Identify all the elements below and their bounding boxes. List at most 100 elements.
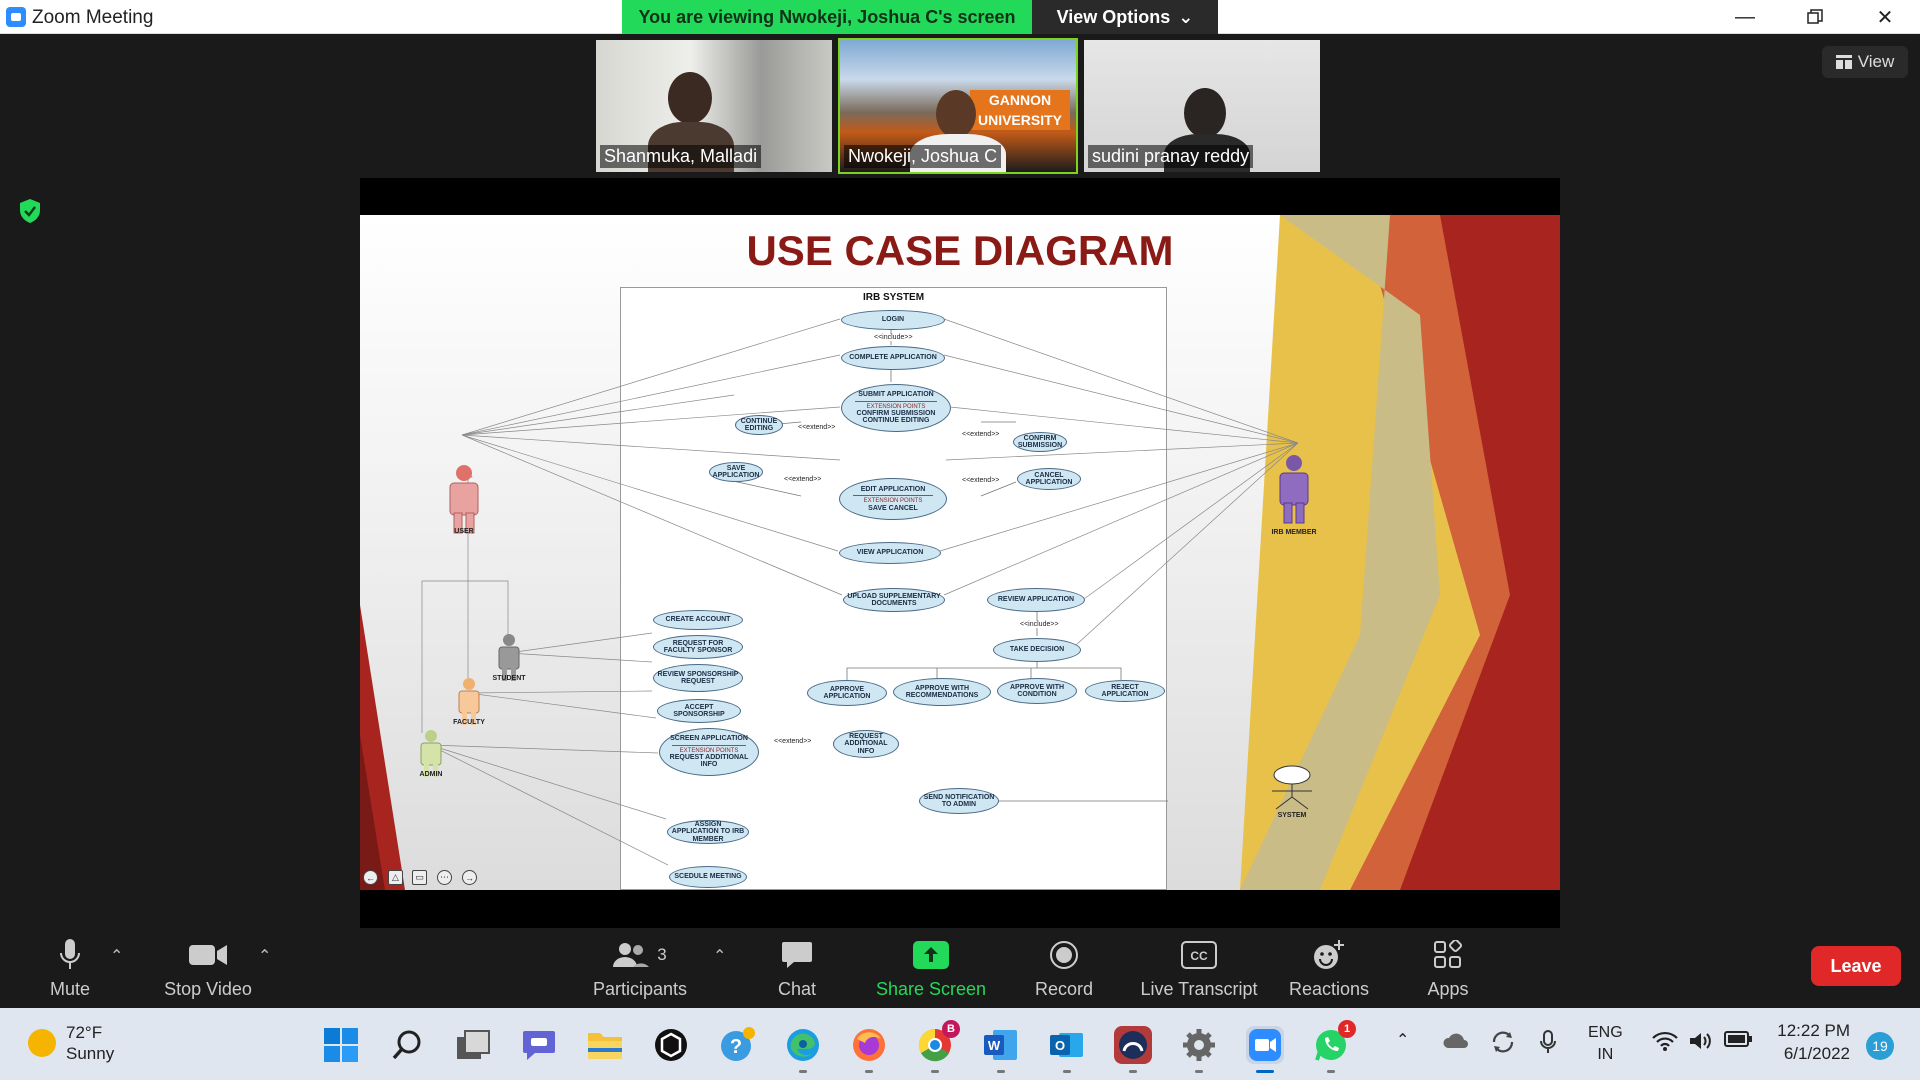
- next-slide-icon[interactable]: →: [462, 870, 477, 885]
- chevron-down-icon: ⌄: [1178, 6, 1194, 27]
- language-code: ENG: [1588, 1024, 1623, 1041]
- previous-slide-icon[interactable]: ←: [363, 870, 378, 885]
- record-button[interactable]: Record: [1030, 928, 1098, 1008]
- participant-name: Nwokeji, Joshua C: [844, 145, 1002, 168]
- zoom-logo-icon: [1249, 1029, 1281, 1061]
- edge-browser-button[interactable]: [784, 1026, 822, 1073]
- firefox-browser-button[interactable]: [850, 1026, 888, 1073]
- encryption-shield-icon[interactable]: [18, 198, 42, 224]
- chrome-profile-badge: B: [942, 1020, 960, 1038]
- actor-student-label: STUDENT: [492, 675, 526, 682]
- window-title: Zoom Meeting: [32, 7, 154, 28]
- actor-irb-member-label: IRB MEMBER: [1271, 529, 1317, 536]
- microphone-in-use-icon[interactable]: [1540, 1030, 1556, 1054]
- leave-button[interactable]: Leave: [1811, 946, 1901, 986]
- clock-time: 12:22 PM: [1777, 1021, 1850, 1040]
- live-transcript-button[interactable]: CC Live Transcript: [1134, 928, 1264, 1008]
- restore-icon: [1807, 9, 1823, 24]
- chrome-browser-button[interactable]: B: [916, 1020, 960, 1073]
- show-hidden-icons-chevron-icon[interactable]: ⌃: [1396, 1030, 1409, 1050]
- view-options-button[interactable]: View Options ⌄: [1032, 0, 1218, 34]
- outlook-app-button[interactable]: O: [1048, 1026, 1086, 1073]
- record-label: Record: [1034, 978, 1094, 999]
- wifi-icon[interactable]: [1652, 1030, 1678, 1052]
- apps-button[interactable]: Apps: [1410, 928, 1486, 1008]
- actor-system-icon: [1272, 765, 1312, 810]
- share-screen-label: Share Screen: [875, 978, 987, 999]
- volume-icon[interactable]: [1688, 1030, 1714, 1052]
- pen-tool-icon[interactable]: △: [388, 870, 403, 885]
- mute-button[interactable]: Mute: [30, 928, 110, 1008]
- help-question-icon: ?: [721, 1027, 755, 1061]
- zoom-meeting-window: Zoom Meeting You are viewing Nwokeji, Jo…: [0, 0, 1920, 1080]
- recording-app-button[interactable]: [1114, 1026, 1152, 1073]
- meeting-controls: Mute ⌃ Stop Video ⌃ 3 Participants ⌃ Cha…: [0, 928, 1920, 1008]
- onedrive-cloud-icon[interactable]: [1442, 1030, 1470, 1050]
- notification-center-badge[interactable]: 19: [1866, 1032, 1894, 1060]
- viewing-screen-banner: You are viewing Nwokeji, Joshua C's scre…: [622, 0, 1032, 34]
- video-tile[interactable]: Shanmuka, Malladi: [594, 38, 834, 174]
- actor-admin-label: ADMIN: [419, 771, 443, 778]
- windows-taskbar: 72°F Sunny ? B W O 1 ⌃ ENG IN 12:22 PM 6…: [0, 1008, 1920, 1080]
- actor-user-label: USER: [454, 528, 474, 535]
- view-options-label: View Options: [1056, 6, 1171, 27]
- participants-options-caret-icon[interactable]: ⌃: [713, 946, 726, 966]
- gear-icon: [1183, 1029, 1215, 1061]
- record-icon: [1050, 940, 1078, 969]
- weather-widget[interactable]: 72°F Sunny: [28, 1022, 114, 1065]
- word-logo-icon: W: [984, 1030, 1017, 1060]
- restore-button[interactable]: [1780, 0, 1850, 34]
- taskbar-search-button[interactable]: [388, 1026, 426, 1064]
- svg-text:CC: CC: [1190, 949, 1208, 963]
- sync-icon[interactable]: [1490, 1030, 1516, 1054]
- participants-button[interactable]: 3 Participants: [580, 928, 700, 1008]
- whatsapp-app-button[interactable]: 1: [1312, 1020, 1356, 1073]
- presentation-slide: USE CASE DIAGRAM IRB SYSTEM LOGIN <<incl…: [360, 215, 1560, 890]
- video-tile-active-speaker[interactable]: GANNON UNIVERSITY Nwokeji, Joshua C: [838, 38, 1078, 174]
- video-tile[interactable]: sudini pranay reddy: [1082, 38, 1322, 174]
- file-explorer-button[interactable]: [586, 1026, 624, 1064]
- live-transcript-label: Live Transcript: [1140, 978, 1258, 999]
- grid-view-icon: [1835, 55, 1852, 69]
- actor-associations: [421, 318, 1299, 866]
- teams-chat-icon: [523, 1031, 555, 1060]
- teams-chat-button[interactable]: [520, 1026, 558, 1064]
- view-layout-button[interactable]: View: [1822, 46, 1908, 78]
- title-bar: Zoom Meeting You are viewing Nwokeji, Jo…: [0, 0, 1920, 34]
- svg-text:W: W: [988, 1038, 1001, 1053]
- language-region: IN: [1597, 1045, 1614, 1063]
- input-language-indicator[interactable]: ENG IN: [1588, 1022, 1623, 1065]
- participants-icon: [613, 942, 650, 967]
- audio-options-caret-icon[interactable]: ⌃: [110, 946, 123, 966]
- reactions-label: Reactions: [1288, 978, 1370, 999]
- reactions-button[interactable]: Reactions: [1286, 928, 1372, 1008]
- outlook-logo-icon: O: [1050, 1033, 1083, 1057]
- start-button[interactable]: [322, 1026, 360, 1064]
- settings-app-button[interactable]: [1180, 1026, 1218, 1073]
- share-screen-icon: [913, 940, 949, 969]
- captions-icon[interactable]: ▭: [412, 870, 427, 885]
- actor-faculty-label: FACULTY: [453, 719, 485, 726]
- chatgpt-app-button[interactable]: [652, 1026, 690, 1064]
- battery-icon[interactable]: [1724, 1030, 1752, 1048]
- minimize-button[interactable]: —: [1710, 0, 1780, 34]
- windows-logo-icon: [324, 1028, 358, 1062]
- help-app-button[interactable]: ?: [718, 1026, 756, 1064]
- close-button[interactable]: ✕: [1850, 0, 1920, 34]
- participant-silhouette: [936, 90, 976, 138]
- video-options-caret-icon[interactable]: ⌃: [258, 946, 271, 966]
- chat-button[interactable]: Chat: [760, 928, 834, 1008]
- closed-captions-icon: CC: [1181, 940, 1217, 969]
- mute-label: Mute: [49, 978, 91, 999]
- share-screen-button[interactable]: Share Screen: [872, 928, 990, 1008]
- close-icon: ✕: [1876, 6, 1894, 29]
- apps-grid-icon: [1434, 939, 1463, 968]
- firefox-logo-icon: [853, 1029, 885, 1061]
- task-view-button[interactable]: [454, 1026, 492, 1064]
- stop-video-button[interactable]: Stop Video: [150, 928, 266, 1008]
- svg-text:?: ?: [730, 1036, 742, 1058]
- zoom-app-button[interactable]: [1246, 1026, 1284, 1073]
- more-options-icon[interactable]: ⋯: [437, 870, 452, 885]
- word-app-button[interactable]: W: [982, 1026, 1020, 1073]
- system-clock[interactable]: 12:22 PM 6/1/2022: [1760, 1020, 1850, 1066]
